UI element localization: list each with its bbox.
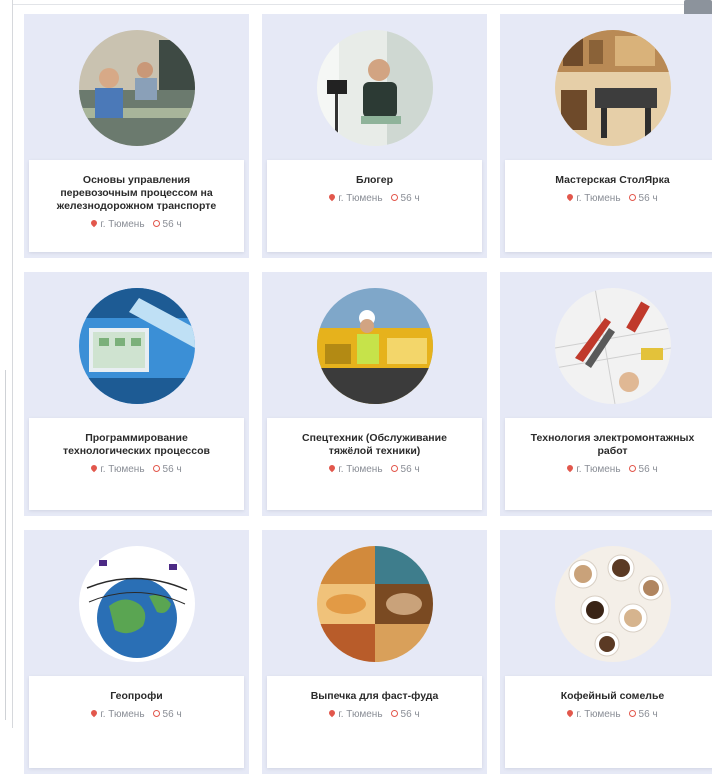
course-meta: г. Тюмень 56 ч <box>267 708 482 721</box>
course-card[interactable]: Блогер г. Тюмень 56 ч <box>262 14 487 258</box>
location-pin-icon <box>328 463 337 473</box>
course-meta: г. Тюмень 56 ч <box>505 708 712 721</box>
course-card[interactable]: Спецтехник (Обслуживание тяжёлой техники… <box>262 272 487 516</box>
location-pin-icon <box>566 192 575 202</box>
clock-icon <box>152 220 160 227</box>
course-meta: г. Тюмень 56 ч <box>267 192 482 205</box>
course-card[interactable]: Программирование технологических процесс… <box>24 272 249 516</box>
course-hours: 56 ч <box>638 464 658 475</box>
location-pin-icon <box>90 218 99 228</box>
course-title[interactable]: Основы управления перевозочным процессом… <box>29 174 244 213</box>
course-meta: г. Тюмень 56 ч <box>29 463 244 476</box>
course-city: г. Тюмень <box>100 709 145 720</box>
course-hours: 56 ч <box>162 464 182 475</box>
course-info-panel: Основы управления перевозочным процессом… <box>29 160 244 252</box>
fast-food-photo <box>317 546 433 662</box>
course-info-panel: Технология электромонтажных работ г. Тюм… <box>505 418 712 510</box>
clock-icon <box>152 465 160 472</box>
clock-icon <box>390 465 398 472</box>
location-pin-icon <box>90 708 99 718</box>
clock-icon <box>628 465 636 472</box>
clock-icon <box>390 710 398 717</box>
blogger-photo <box>317 30 433 146</box>
course-title[interactable]: Спецтехник (Обслуживание тяжёлой техники… <box>267 432 482 458</box>
course-meta: г. Тюмень 56 ч <box>29 708 244 721</box>
course-info-panel: Мастерская СтолЯрка г. Тюмень 56 ч <box>505 160 712 252</box>
course-card[interactable]: Кофейный сомелье г. Тюмень 56 ч <box>500 530 712 774</box>
course-city: г. Тюмень <box>338 464 383 475</box>
course-info-panel: Выпечка для фаст-фуда г. Тюмень 56 ч <box>267 676 482 768</box>
course-city: г. Тюмень <box>338 193 383 204</box>
course-grid: Основы управления перевозочным процессом… <box>24 14 712 774</box>
coffee-cups-photo <box>555 546 671 662</box>
location-pin-icon <box>566 708 575 718</box>
electrical-tools-photo <box>555 288 671 404</box>
frame-left-border <box>12 0 13 728</box>
course-card[interactable]: Геопрофи г. Тюмень 56 ч <box>24 530 249 774</box>
course-hours: 56 ч <box>638 709 658 720</box>
location-pin-icon <box>566 463 575 473</box>
railway-control-room-photo <box>79 30 195 146</box>
clock-icon <box>628 710 636 717</box>
course-city: г. Тюмень <box>576 464 621 475</box>
course-city: г. Тюмень <box>576 193 621 204</box>
course-hours: 56 ч <box>162 219 182 230</box>
globe-logo <box>79 546 195 662</box>
course-info-panel: Геопрофи г. Тюмень 56 ч <box>29 676 244 768</box>
side-panel-edge <box>5 370 6 720</box>
heavy-machinery-photo <box>317 288 433 404</box>
course-city: г. Тюмень <box>576 709 621 720</box>
clock-icon <box>390 194 398 201</box>
location-pin-icon <box>328 708 337 718</box>
clock-icon <box>628 194 636 201</box>
course-title[interactable]: Блогер <box>267 174 482 187</box>
course-card[interactable]: Мастерская СтолЯрка г. Тюмень 56 ч <box>500 14 712 258</box>
course-card[interactable]: Технология электромонтажных работ г. Тюм… <box>500 272 712 516</box>
course-info-panel: Кофейный сомелье г. Тюмень 56 ч <box>505 676 712 768</box>
course-meta: г. Тюмень 56 ч <box>267 463 482 476</box>
course-title[interactable]: Программирование технологических процесс… <box>29 432 244 458</box>
frame-top-border <box>12 4 712 5</box>
course-meta: г. Тюмень 56 ч <box>29 218 244 231</box>
course-hours: 56 ч <box>400 709 420 720</box>
course-title[interactable]: Мастерская СтолЯрка <box>505 174 712 187</box>
course-hours: 56 ч <box>400 464 420 475</box>
course-card[interactable]: Выпечка для фаст-фуда г. Тюмень 56 ч <box>262 530 487 774</box>
workshop-photo <box>555 30 671 146</box>
course-hours: 56 ч <box>162 709 182 720</box>
course-card[interactable]: Основы управления перевозочным процессом… <box>24 14 249 258</box>
location-pin-icon <box>328 192 337 202</box>
course-meta: г. Тюмень 56 ч <box>505 192 712 205</box>
course-title[interactable]: Кофейный сомелье <box>505 690 712 703</box>
clock-icon <box>152 710 160 717</box>
course-title[interactable]: Технология электромонтажных работ <box>505 432 712 458</box>
course-title[interactable]: Выпечка для фаст-фуда <box>267 690 482 703</box>
course-info-panel: Блогер г. Тюмень 56 ч <box>267 160 482 252</box>
course-meta: г. Тюмень 56 ч <box>505 463 712 476</box>
course-info-panel: Спецтехник (Обслуживание тяжёлой техники… <box>267 418 482 510</box>
course-title[interactable]: Геопрофи <box>29 690 244 703</box>
course-hours: 56 ч <box>400 193 420 204</box>
location-pin-icon <box>90 463 99 473</box>
course-info-panel: Программирование технологических процесс… <box>29 418 244 510</box>
process-programming-photo <box>79 288 195 404</box>
course-city: г. Тюмень <box>100 219 145 230</box>
course-city: г. Тюмень <box>100 464 145 475</box>
course-hours: 56 ч <box>638 193 658 204</box>
course-city: г. Тюмень <box>338 709 383 720</box>
